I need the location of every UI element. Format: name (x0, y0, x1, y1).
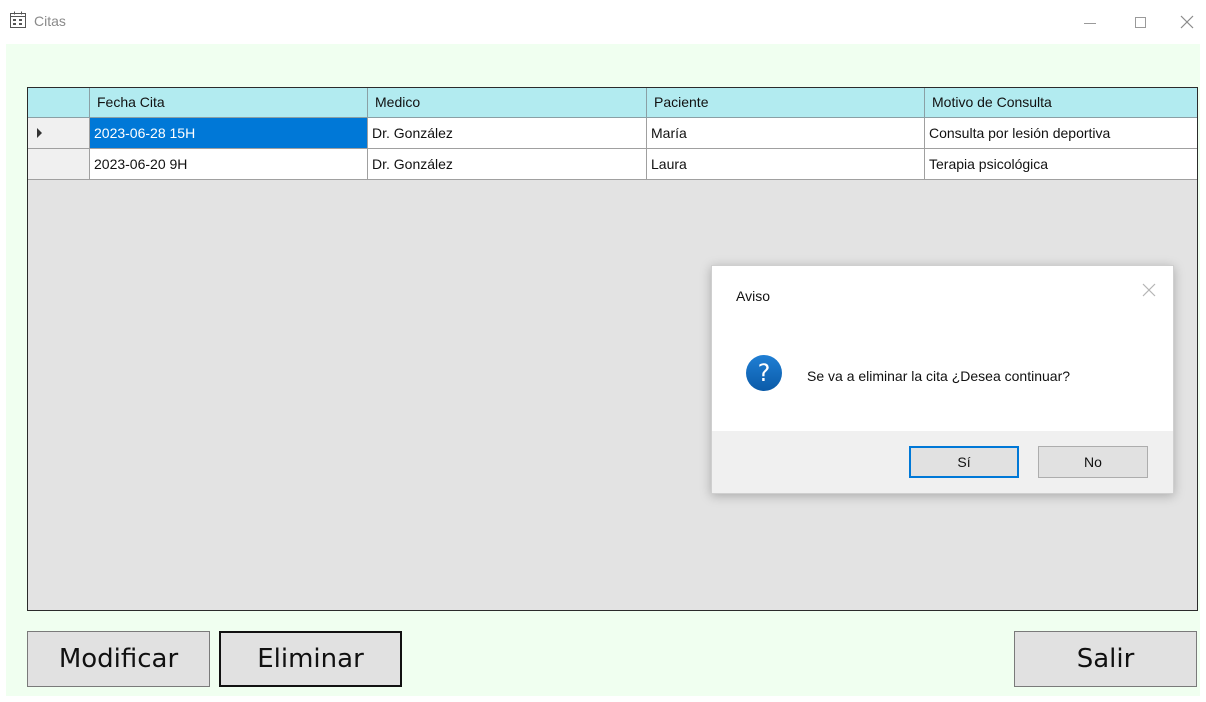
maximize-button[interactable] (1117, 0, 1163, 44)
close-window-button[interactable] (1164, 0, 1206, 44)
table-row[interactable]: 2023-06-28 15H Dr. González María Consul… (28, 118, 1197, 149)
cell-fecha[interactable]: 2023-06-20 9H (90, 149, 368, 180)
cell-medico[interactable]: Dr. González (368, 149, 647, 180)
grid-header: Fecha Cita Medico Paciente Motivo de Con… (28, 88, 1197, 118)
cell-motivo[interactable]: Terapia psicológica (925, 149, 1197, 180)
column-header-fecha[interactable]: Fecha Cita (90, 88, 368, 118)
modify-button[interactable]: Modificar (27, 631, 210, 687)
cell-motivo[interactable]: Consulta por lesión deportiva (925, 118, 1197, 149)
column-header-paciente[interactable]: Paciente (647, 88, 925, 118)
dialog-message: Se va a eliminar la cita ¿Desea continua… (807, 368, 1071, 384)
row-header-corner[interactable] (28, 88, 90, 118)
cell-fecha[interactable]: 2023-06-28 15H (90, 118, 368, 149)
window-title: Citas (34, 13, 66, 29)
table-row[interactable]: 2023-06-20 9H Dr. González Laura Terapia… (28, 149, 1197, 180)
maximize-icon (1134, 16, 1146, 28)
row-header[interactable] (28, 118, 90, 149)
no-button[interactable]: No (1038, 446, 1148, 478)
dialog-footer: Sí No (712, 431, 1173, 493)
minimize-button[interactable] (1067, 0, 1113, 44)
close-icon (1180, 15, 1194, 29)
row-header[interactable] (28, 149, 90, 180)
yes-button[interactable]: Sí (909, 446, 1019, 478)
question-icon: ? (746, 355, 782, 391)
dialog-close-icon[interactable] (1138, 279, 1160, 301)
cell-paciente[interactable]: Laura (647, 149, 925, 180)
cell-paciente[interactable]: María (647, 118, 925, 149)
confirm-dialog: Aviso ? Se va a eliminar la cita ¿Desea … (711, 265, 1174, 494)
minimize-icon (1084, 22, 1096, 24)
cell-medico[interactable]: Dr. González (368, 118, 647, 149)
title-bar: Citas (0, 0, 1206, 44)
current-row-arrow-icon (37, 128, 42, 138)
calendar-icon (10, 11, 26, 28)
column-header-medico[interactable]: Medico (368, 88, 647, 118)
exit-button[interactable]: Salir (1014, 631, 1197, 687)
column-header-motivo[interactable]: Motivo de Consulta (925, 88, 1197, 118)
dialog-title: Aviso (736, 288, 770, 304)
delete-button[interactable]: Eliminar (219, 631, 402, 687)
